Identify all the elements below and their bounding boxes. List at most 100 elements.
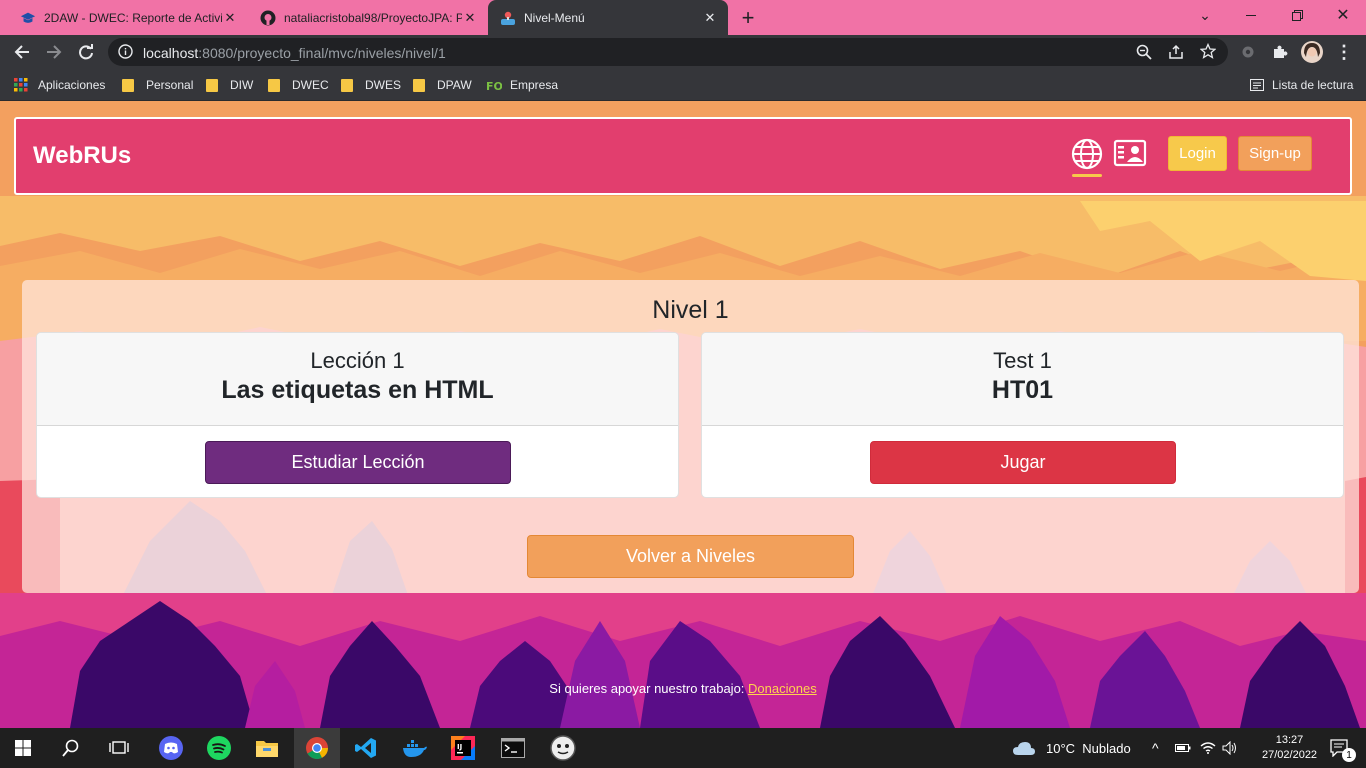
profile-card-icon[interactable] — [1113, 137, 1147, 171]
minimize-button[interactable] — [1228, 0, 1274, 30]
test-title: HT01 — [991, 376, 1054, 404]
search-icon[interactable] — [48, 728, 94, 768]
moodle-cap-icon — [20, 10, 36, 26]
url-host: localhost — [143, 45, 199, 61]
weather-widget[interactable]: 10°C Nublado — [1012, 728, 1131, 768]
tab-moodle[interactable]: 2DAW - DWEC: Reporte de Activid ✕ — [8, 0, 248, 35]
bookmark-dpaw[interactable]: DPAW — [413, 76, 472, 94]
web-page: WebRUs Login Sign-up Nivel 1 Lección 1 L… — [0, 101, 1366, 728]
site-navbar: WebRUs Login Sign-up — [14, 117, 1352, 195]
share-icon[interactable] — [1168, 44, 1184, 65]
notifications-button[interactable]: 1 — [1322, 728, 1358, 768]
tab-search-icon[interactable]: ⌄ — [1182, 0, 1228, 30]
task-view-icon[interactable] — [96, 728, 142, 768]
bookmark-aplicaciones[interactable]: Aplicaciones — [14, 76, 105, 94]
lesson-number: Lección 1 — [310, 348, 405, 373]
browser-toolbar: localhost:8080/proyecto_final/mvc/nivele… — [0, 35, 1366, 69]
docker-icon[interactable] — [392, 728, 438, 768]
folder-icon — [206, 78, 218, 92]
bookmark-label: DWES — [365, 78, 401, 92]
bookmark-empresa[interactable]: FOL Empresa — [486, 76, 558, 94]
url-text: localhost:8080/proyecto_final/mvc/nivele… — [143, 45, 446, 61]
cloud-icon — [1012, 740, 1036, 756]
terminal-icon[interactable] — [490, 728, 536, 768]
close-tab-icon[interactable]: ✕ — [702, 10, 718, 26]
chrome-icon[interactable] — [294, 728, 340, 768]
level-panel: Nivel 1 Lección 1 Las etiquetas en HTML … — [22, 280, 1359, 593]
windows-start-icon[interactable] — [0, 728, 46, 768]
signup-button[interactable]: Sign-up — [1238, 136, 1312, 171]
clock-time: 13:27 — [1275, 734, 1304, 746]
bookmark-dwec[interactable]: DWEC — [268, 76, 329, 94]
bookmark-label: DWEC — [292, 78, 329, 92]
forward-arrow-icon[interactable] — [40, 35, 68, 69]
restore-button[interactable] — [1274, 0, 1320, 30]
file-explorer-icon[interactable] — [244, 728, 290, 768]
chevron-up-icon[interactable]: ^ — [1152, 728, 1159, 768]
tab-github[interactable]: nataliacristobal98/ProyectoJPA: P ✕ — [248, 0, 488, 35]
address-bar[interactable]: localhost:8080/proyecto_final/mvc/nivele… — [108, 38, 1228, 66]
vscode-icon[interactable] — [343, 728, 389, 768]
close-tab-icon[interactable]: ✕ — [462, 10, 478, 26]
test-number: Test 1 — [993, 348, 1052, 373]
url-path: :8080/proyecto_final/mvc/niveles/nivel/1 — [198, 45, 446, 61]
folder-icon — [268, 78, 280, 92]
bookmarks-bar: Aplicaciones Personal DIW DWEC DWES DPAW… — [0, 69, 1366, 101]
active-nav-indicator — [1072, 174, 1102, 177]
weather-text: 10°C Nublado — [1046, 740, 1131, 756]
extensions-puzzle-icon[interactable] — [1268, 35, 1292, 69]
game-icon — [500, 10, 516, 26]
svg-text:FOL: FOL — [486, 80, 502, 92]
site-info-icon[interactable] — [118, 44, 133, 64]
footer: Si quieres apoyar nuestro trabajo: Donac… — [0, 681, 1366, 696]
spotify-icon[interactable] — [196, 728, 242, 768]
lesson-title: Las etiquetas en HTML — [221, 376, 494, 404]
close-window-button[interactable]: ✕ — [1320, 0, 1366, 30]
clock[interactable]: 13:27 27/02/2022 — [1262, 728, 1317, 768]
zoom-icon[interactable] — [1136, 44, 1152, 65]
back-to-levels-button[interactable]: Volver a Niveles — [527, 535, 854, 578]
globe-icon[interactable] — [1070, 137, 1104, 171]
back-arrow-icon[interactable] — [8, 35, 36, 69]
tab-strip: 2DAW - DWEC: Reporte de Activid ✕ natali… — [0, 0, 1366, 35]
new-tab-button[interactable]: + — [736, 0, 760, 35]
bookmark-label: DIW — [230, 78, 254, 92]
windows-taskbar: IJ 10°C Nublado ^ 13:27 27/02/2022 1 — [0, 728, 1366, 768]
reading-list-button[interactable]: Lista de lectura — [1250, 76, 1353, 94]
apps-grid-icon — [14, 78, 28, 92]
bookmark-label: DPAW — [437, 78, 472, 92]
discord-icon[interactable] — [148, 728, 194, 768]
reload-icon[interactable] — [72, 35, 100, 69]
tab-nivel-menu[interactable]: Nivel-Menú ✕ — [488, 0, 728, 35]
bookmark-star-icon[interactable] — [1199, 42, 1217, 64]
svg-text:IJ: IJ — [457, 743, 462, 751]
volume-icon[interactable] — [1222, 728, 1238, 768]
bookmark-dwes[interactable]: DWES — [341, 76, 401, 94]
bookmark-label: Personal — [146, 78, 194, 92]
clock-date: 27/02/2022 — [1262, 749, 1318, 761]
footer-text: Si quieres apoyar nuestro trabajo: — [549, 681, 749, 696]
battery-icon[interactable] — [1175, 728, 1191, 768]
bookmark-label: Empresa — [510, 78, 559, 92]
intellij-icon[interactable]: IJ — [440, 728, 486, 768]
extension-gear-icon[interactable] — [1236, 35, 1260, 69]
menu-kebab-icon[interactable]: ⋮ — [1334, 35, 1354, 69]
app-mascot-icon[interactable] — [540, 728, 586, 768]
bookmark-label: Aplicaciones — [38, 78, 106, 92]
test-card: Test 1 HT01 Jugar — [701, 332, 1344, 498]
folder-icon — [413, 78, 425, 92]
test-card-header: Test 1 HT01 — [702, 333, 1343, 426]
study-lesson-button[interactable]: Estudiar Lección — [205, 441, 511, 484]
tab-title: Nivel-Menú — [524, 10, 585, 25]
lesson-card-header: Lección 1 Las etiquetas en HTML — [37, 333, 678, 426]
profile-avatar[interactable] — [1300, 35, 1324, 69]
lesson-card: Lección 1 Las etiquetas en HTML Estudiar… — [36, 332, 679, 498]
bookmark-diw[interactable]: DIW — [206, 76, 253, 94]
site-brand[interactable]: WebRUs — [33, 142, 131, 170]
donations-link[interactable]: Donaciones — [748, 681, 817, 696]
close-tab-icon[interactable]: ✕ — [222, 10, 238, 26]
bookmark-personal[interactable]: Personal — [122, 76, 193, 94]
login-button[interactable]: Login — [1168, 136, 1227, 171]
play-button[interactable]: Jugar — [870, 441, 1176, 484]
wifi-icon[interactable] — [1200, 728, 1216, 768]
